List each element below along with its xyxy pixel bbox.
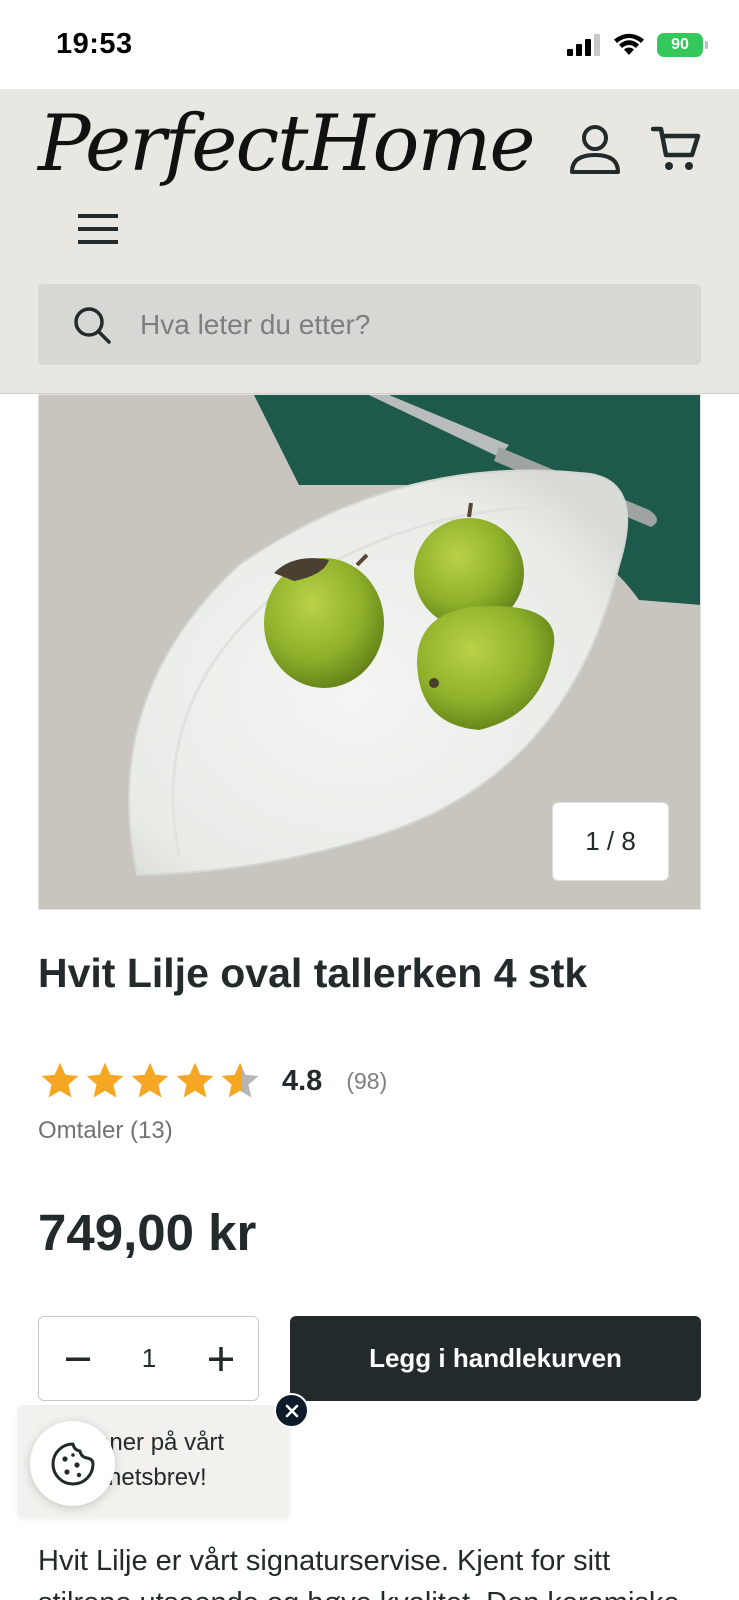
newsletter-close-button[interactable] (274, 1393, 309, 1428)
plus-icon (209, 1347, 233, 1371)
cart-icon (650, 126, 701, 170)
wifi-icon (614, 33, 644, 55)
menu-button[interactable] (76, 209, 120, 249)
search-bar[interactable] (38, 284, 701, 365)
cookie-settings-button[interactable] (30, 1421, 115, 1506)
quantity-value[interactable]: 1 (113, 1317, 185, 1400)
logo-word-1: Perfect (38, 99, 308, 189)
partial-star-icon (221, 1062, 259, 1098)
minus-icon (66, 1357, 90, 1361)
newsletter-line-2: yhetsbrev! (96, 1464, 207, 1491)
status-icons: 90 (567, 33, 708, 57)
battery-level: 90 (671, 36, 689, 53)
perfect-home-logo[interactable]: PerfectHome (38, 99, 536, 189)
newsletter-text: nner på vårt yhetsbrev! (96, 1425, 286, 1495)
close-icon (285, 1404, 298, 1417)
status-bar: 19:53 90 (0, 0, 739, 89)
image-counter: 1 / 8 (552, 802, 669, 881)
quantity-increase-button[interactable] (196, 1331, 246, 1387)
star-rating (38, 1059, 262, 1103)
product-title: Hvit Lilje oval tallerken 4 stk (38, 950, 588, 996)
star-icon (41, 1062, 79, 1098)
search-icon (74, 307, 111, 344)
user-icon (570, 125, 620, 174)
cart-button[interactable] (650, 123, 701, 173)
logo-word-2: Home (306, 99, 535, 189)
rating-row[interactable]: 4.8 (98) (38, 1057, 387, 1105)
star-icon (176, 1062, 214, 1098)
site-header: PerfectHome (0, 89, 739, 394)
star-icon (86, 1062, 124, 1098)
rating-count: (98) (346, 1067, 388, 1094)
product-image[interactable]: 1 / 8 (38, 394, 701, 910)
star-icon (131, 1062, 169, 1098)
hamburger-menu-icon (78, 214, 118, 244)
battery-icon: 90 (657, 33, 708, 57)
quantity-stepper: 1 (38, 1316, 259, 1401)
status-time: 19:53 (56, 28, 133, 60)
product-price: 749,00 kr (38, 1204, 257, 1261)
search-input[interactable] (140, 284, 680, 365)
quantity-decrease-button[interactable] (53, 1331, 103, 1387)
add-to-cart-button[interactable]: Legg i handlekurven (290, 1316, 701, 1401)
cookie-icon (51, 1442, 94, 1485)
product-description: Hvit Lilje er vårt signaturservise. Kjen… (38, 1545, 680, 1600)
account-button[interactable] (568, 123, 622, 175)
reviews-link[interactable]: Omtaler (13) (38, 1117, 173, 1145)
cellular-signal-icon (567, 34, 600, 56)
rating-value: 4.8 (282, 1064, 323, 1097)
newsletter-line-1: nner på vårt (96, 1429, 225, 1456)
